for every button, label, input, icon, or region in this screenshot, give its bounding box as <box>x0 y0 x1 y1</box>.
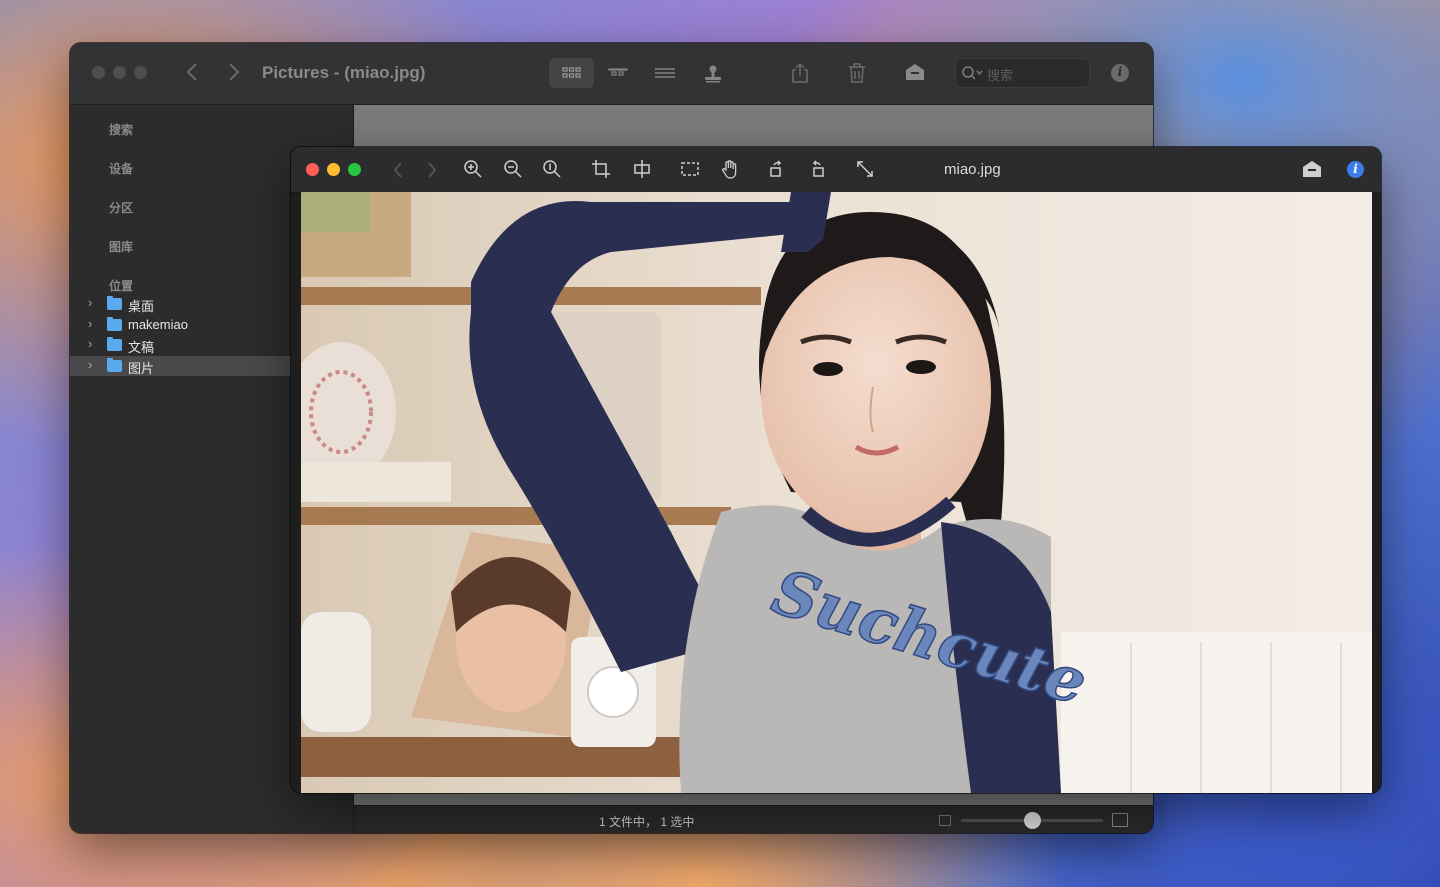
strip-view-icon <box>608 68 628 76</box>
sidebar-section-devices[interactable]: 设备 <box>109 160 133 177</box>
viewer-window: miao.jpg i Suchcute <box>291 147 1381 793</box>
zoom-fit-icon <box>543 160 561 178</box>
minimize-button[interactable] <box>113 66 126 79</box>
import-button[interactable] <box>703 64 723 84</box>
zoom-out-button[interactable] <box>503 159 523 179</box>
sidebar-item-label: 文稿 <box>128 340 155 355</box>
select-icon <box>681 162 699 176</box>
rotate-left-button[interactable] <box>766 159 786 179</box>
crop-icon <box>592 160 610 178</box>
sidebar-section-partitions[interactable]: 分区 <box>109 199 133 216</box>
grid-view-button[interactable] <box>549 58 594 88</box>
slider-knob[interactable] <box>1024 812 1041 829</box>
home-folder-icon <box>107 317 122 331</box>
sidebar-item-label: makemiao <box>128 317 188 332</box>
status-bar: 1 文件中， 1 选中 <box>354 805 1153 833</box>
chevron-right-icon[interactable]: › <box>88 295 92 310</box>
home-icon <box>906 64 924 80</box>
zoom-in-icon <box>464 160 482 178</box>
info-button[interactable]: i <box>1111 64 1129 82</box>
fullscreen-icon <box>857 161 873 177</box>
sidebar-item-label: 图片 <box>128 361 155 376</box>
sidebar-section-locations[interactable]: 位置 <box>109 277 133 294</box>
zoom-button[interactable] <box>348 163 361 176</box>
fullscreen-button[interactable] <box>855 159 875 179</box>
rotate-right-icon <box>812 160 824 177</box>
back-button[interactable] <box>186 62 198 86</box>
search-field[interactable]: 搜索 <box>955 58 1090 88</box>
share-button[interactable] <box>790 62 810 84</box>
rotate-right-button[interactable] <box>808 159 828 179</box>
hand-button[interactable] <box>720 159 740 179</box>
share-icon <box>792 62 808 83</box>
thumbnail-size-slider[interactable] <box>961 812 1103 829</box>
chevron-left-icon <box>186 63 197 81</box>
photo-canvas[interactable]: Suchcute <box>301 192 1372 793</box>
selection-status: 1 文件中， 1 选中 <box>599 815 695 829</box>
search-placeholder: 搜索 <box>987 68 1014 83</box>
list-view-button[interactable] <box>654 65 676 81</box>
chevron-right-icon <box>229 63 240 81</box>
info-button[interactable]: i <box>1347 161 1364 178</box>
chevron-right-icon[interactable]: › <box>88 316 92 331</box>
home-button[interactable] <box>904 62 926 82</box>
viewer-titlebar: miao.jpg i <box>291 147 1381 193</box>
folder-icon <box>107 296 122 310</box>
sidebar-section-search[interactable]: 搜索 <box>109 121 133 138</box>
trash-icon <box>849 63 865 83</box>
minimize-button[interactable] <box>327 163 340 176</box>
folder-icon <box>107 337 122 351</box>
sidebar-section-library[interactable]: 图库 <box>109 238 133 255</box>
flip-icon <box>634 160 650 178</box>
list-view-icon <box>655 68 675 78</box>
previous-image-button[interactable] <box>392 161 404 179</box>
hand-icon <box>721 160 737 179</box>
chevron-right-icon[interactable]: › <box>88 336 92 351</box>
portrait-photo: Suchcute <box>301 192 1372 793</box>
flip-button[interactable] <box>632 159 652 179</box>
forward-button[interactable] <box>228 62 240 86</box>
stamp-icon <box>705 65 721 83</box>
viewer-title: miao.jpg <box>944 161 1001 178</box>
pictures-folder-icon <box>107 358 122 372</box>
zoom-button[interactable] <box>134 66 147 79</box>
chevron-right-icon[interactable]: › <box>88 357 92 372</box>
browser-titlebar: Pictures - (miao.jpg) 搜索 i <box>70 43 1153 105</box>
trash-button[interactable] <box>848 62 866 84</box>
zoom-out-icon <box>504 160 522 178</box>
zoom-fit-button[interactable] <box>542 159 562 179</box>
browser-traffic-lights <box>92 66 147 79</box>
grid-view-icon <box>562 67 581 78</box>
search-icon <box>962 66 983 80</box>
next-image-button[interactable] <box>426 161 438 179</box>
strip-view-button[interactable] <box>608 65 628 81</box>
rotate-left-icon <box>770 160 782 177</box>
zoom-in-button[interactable] <box>463 159 483 179</box>
close-button[interactable] <box>92 66 105 79</box>
viewer-traffic-lights <box>306 163 361 176</box>
sidebar-item-label: 桌面 <box>128 299 155 314</box>
small-thumb-icon <box>939 815 951 826</box>
browser-title: Pictures - (miao.jpg) <box>262 63 426 82</box>
large-thumb-icon <box>1112 813 1128 827</box>
crop-button[interactable] <box>591 159 611 179</box>
select-button[interactable] <box>680 159 700 179</box>
close-button[interactable] <box>306 163 319 176</box>
home-icon[interactable] <box>1301 159 1323 179</box>
